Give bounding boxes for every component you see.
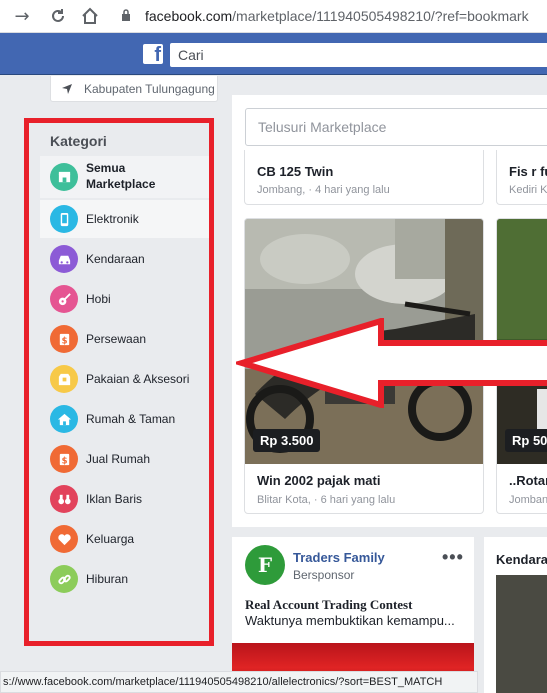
sidebar-item-label: Pakaian & Aksesori — [86, 372, 190, 386]
binoculars-icon — [50, 485, 78, 513]
sidebar-item-iklan-baris[interactable]: Iklan Baris — [40, 480, 210, 518]
listing-meta: Blitar Kota, · 6 hari yang lalu — [257, 494, 396, 506]
listing-meta: Jombang — [509, 494, 547, 506]
listing-photo — [497, 219, 547, 464]
link-status-bar: s://www.facebook.com/marketplace/1119405… — [0, 671, 478, 693]
sidebar-item-persewaan[interactable]: $ Persewaan — [40, 320, 210, 358]
sidebar-item-label: Elektronik — [86, 212, 139, 226]
sidebar-item-elektronik[interactable]: Elektronik — [40, 200, 210, 238]
listing-title: ..Rotan — [509, 473, 547, 488]
header-search-placeholder: Cari — [178, 47, 204, 63]
location-label: Kabupaten Tulungagung — [84, 82, 215, 96]
link-icon — [50, 565, 78, 593]
url-path: /marketplace/111940505498210/?ref=bookma… — [232, 8, 529, 24]
sidebar-item-rumah-taman[interactable]: Rumah & Taman — [40, 400, 210, 438]
guitar-icon — [50, 285, 78, 313]
ad-body: Waktunya membuktikan kemampu... — [245, 613, 455, 628]
price-badge: Rp 50 — [505, 429, 547, 452]
reload-icon[interactable] — [46, 4, 70, 28]
sidebar-item-label: Kendaraan — [86, 252, 145, 266]
lock-icon — [122, 9, 130, 21]
address-bar[interactable]: facebook.com/marketplace/111940505498210… — [145, 5, 547, 27]
price-badge: Rp 3.500 — [253, 429, 321, 452]
listing-meta: Jombang, · 4 hari yang lalu — [257, 184, 390, 196]
marketplace-search-input[interactable]: Telusuri Marketplace — [245, 108, 547, 146]
listing-card[interactable]: CB 125 Twin Jombang, · 4 hari yang lalu — [244, 150, 484, 205]
svg-text:$: $ — [61, 335, 67, 345]
listing-title: Win 2002 pajak mati — [257, 473, 381, 488]
location-selector[interactable]: Kabupaten Tulungagung — [50, 76, 218, 102]
marketplace-search-placeholder: Telusuri Marketplace — [258, 119, 387, 135]
home-icon[interactable] — [78, 4, 102, 28]
phone-icon — [50, 205, 78, 233]
sidebar-item-label: Hobi — [86, 292, 111, 306]
sidebar-item-semua-marketplace[interactable]: Semua Marketplace — [40, 156, 210, 198]
section-divider — [474, 537, 484, 693]
advertiser-avatar[interactable]: F — [245, 545, 285, 585]
shirt-icon — [50, 365, 78, 393]
listing-photo — [245, 219, 483, 464]
facebook-logo[interactable]: f — [143, 44, 163, 64]
header-search-input[interactable]: Cari — [170, 43, 547, 67]
section-title-kendaraan: Kendara — [496, 552, 547, 567]
dollar-tag-icon: $ — [50, 445, 78, 473]
listing-meta: Kediri Ko — [509, 184, 547, 196]
section-divider — [232, 527, 547, 537]
advertiser-name[interactable]: Traders Family — [293, 550, 385, 565]
listing-card[interactable]: Rp 3.500 Win 2002 pajak mati Blitar Kota… — [244, 218, 484, 514]
sidebar-item-jual-rumah[interactable]: $ Jual Rumah — [40, 440, 210, 478]
sidebar-title: Kategori — [50, 133, 107, 149]
sidebar-item-label: Iklan Baris — [86, 492, 143, 506]
dollar-tag-icon: $ — [50, 325, 78, 353]
url-host: facebook.com — [145, 8, 233, 24]
listing-photo[interactable] — [496, 575, 547, 693]
more-options-icon[interactable]: ••• — [442, 547, 464, 568]
sidebar-item-pakaian-aksesori[interactable]: Pakaian & Aksesori — [40, 360, 210, 398]
heart-icon — [50, 525, 78, 553]
forward-icon[interactable]: → — [10, 4, 34, 28]
listing-title: Fis r fu — [509, 164, 547, 179]
sidebar-item-label: Semua Marketplace — [86, 161, 156, 191]
listing-card[interactable]: Fis r fu Kediri Ko — [496, 150, 547, 205]
sidebar-item-kendaraan[interactable]: Kendaraan — [40, 240, 210, 278]
sidebar-item-label: Jual Rumah — [86, 452, 151, 466]
sidebar-item-hiburan[interactable]: Hiburan — [40, 560, 210, 598]
sidebar-item-label: Rumah & Taman — [86, 412, 176, 426]
sidebar-item-label: Keluarga — [86, 532, 135, 546]
browser-toolbar: → facebook.com/marketplace/1119405054982… — [0, 0, 547, 33]
sidebar-item-hobi[interactable]: Hobi — [40, 280, 210, 318]
ad-headline: Real Account Trading Contest — [245, 597, 413, 612]
house-icon — [50, 405, 78, 433]
location-arrow-icon — [62, 84, 72, 94]
sidebar-item-label: Hiburan — [86, 572, 129, 586]
store-icon — [50, 163, 78, 191]
listing-title: CB 125 Twin — [257, 164, 334, 179]
sidebar-item-keluarga[interactable]: Keluarga — [40, 520, 210, 558]
listing-card[interactable]: Rp 50 ..Rotan Jombang — [496, 218, 547, 514]
sponsored-label: Bersponsor — [293, 568, 355, 582]
svg-text:$: $ — [61, 455, 67, 465]
car-icon — [50, 245, 78, 273]
sidebar-item-label: Persewaan — [86, 332, 147, 346]
